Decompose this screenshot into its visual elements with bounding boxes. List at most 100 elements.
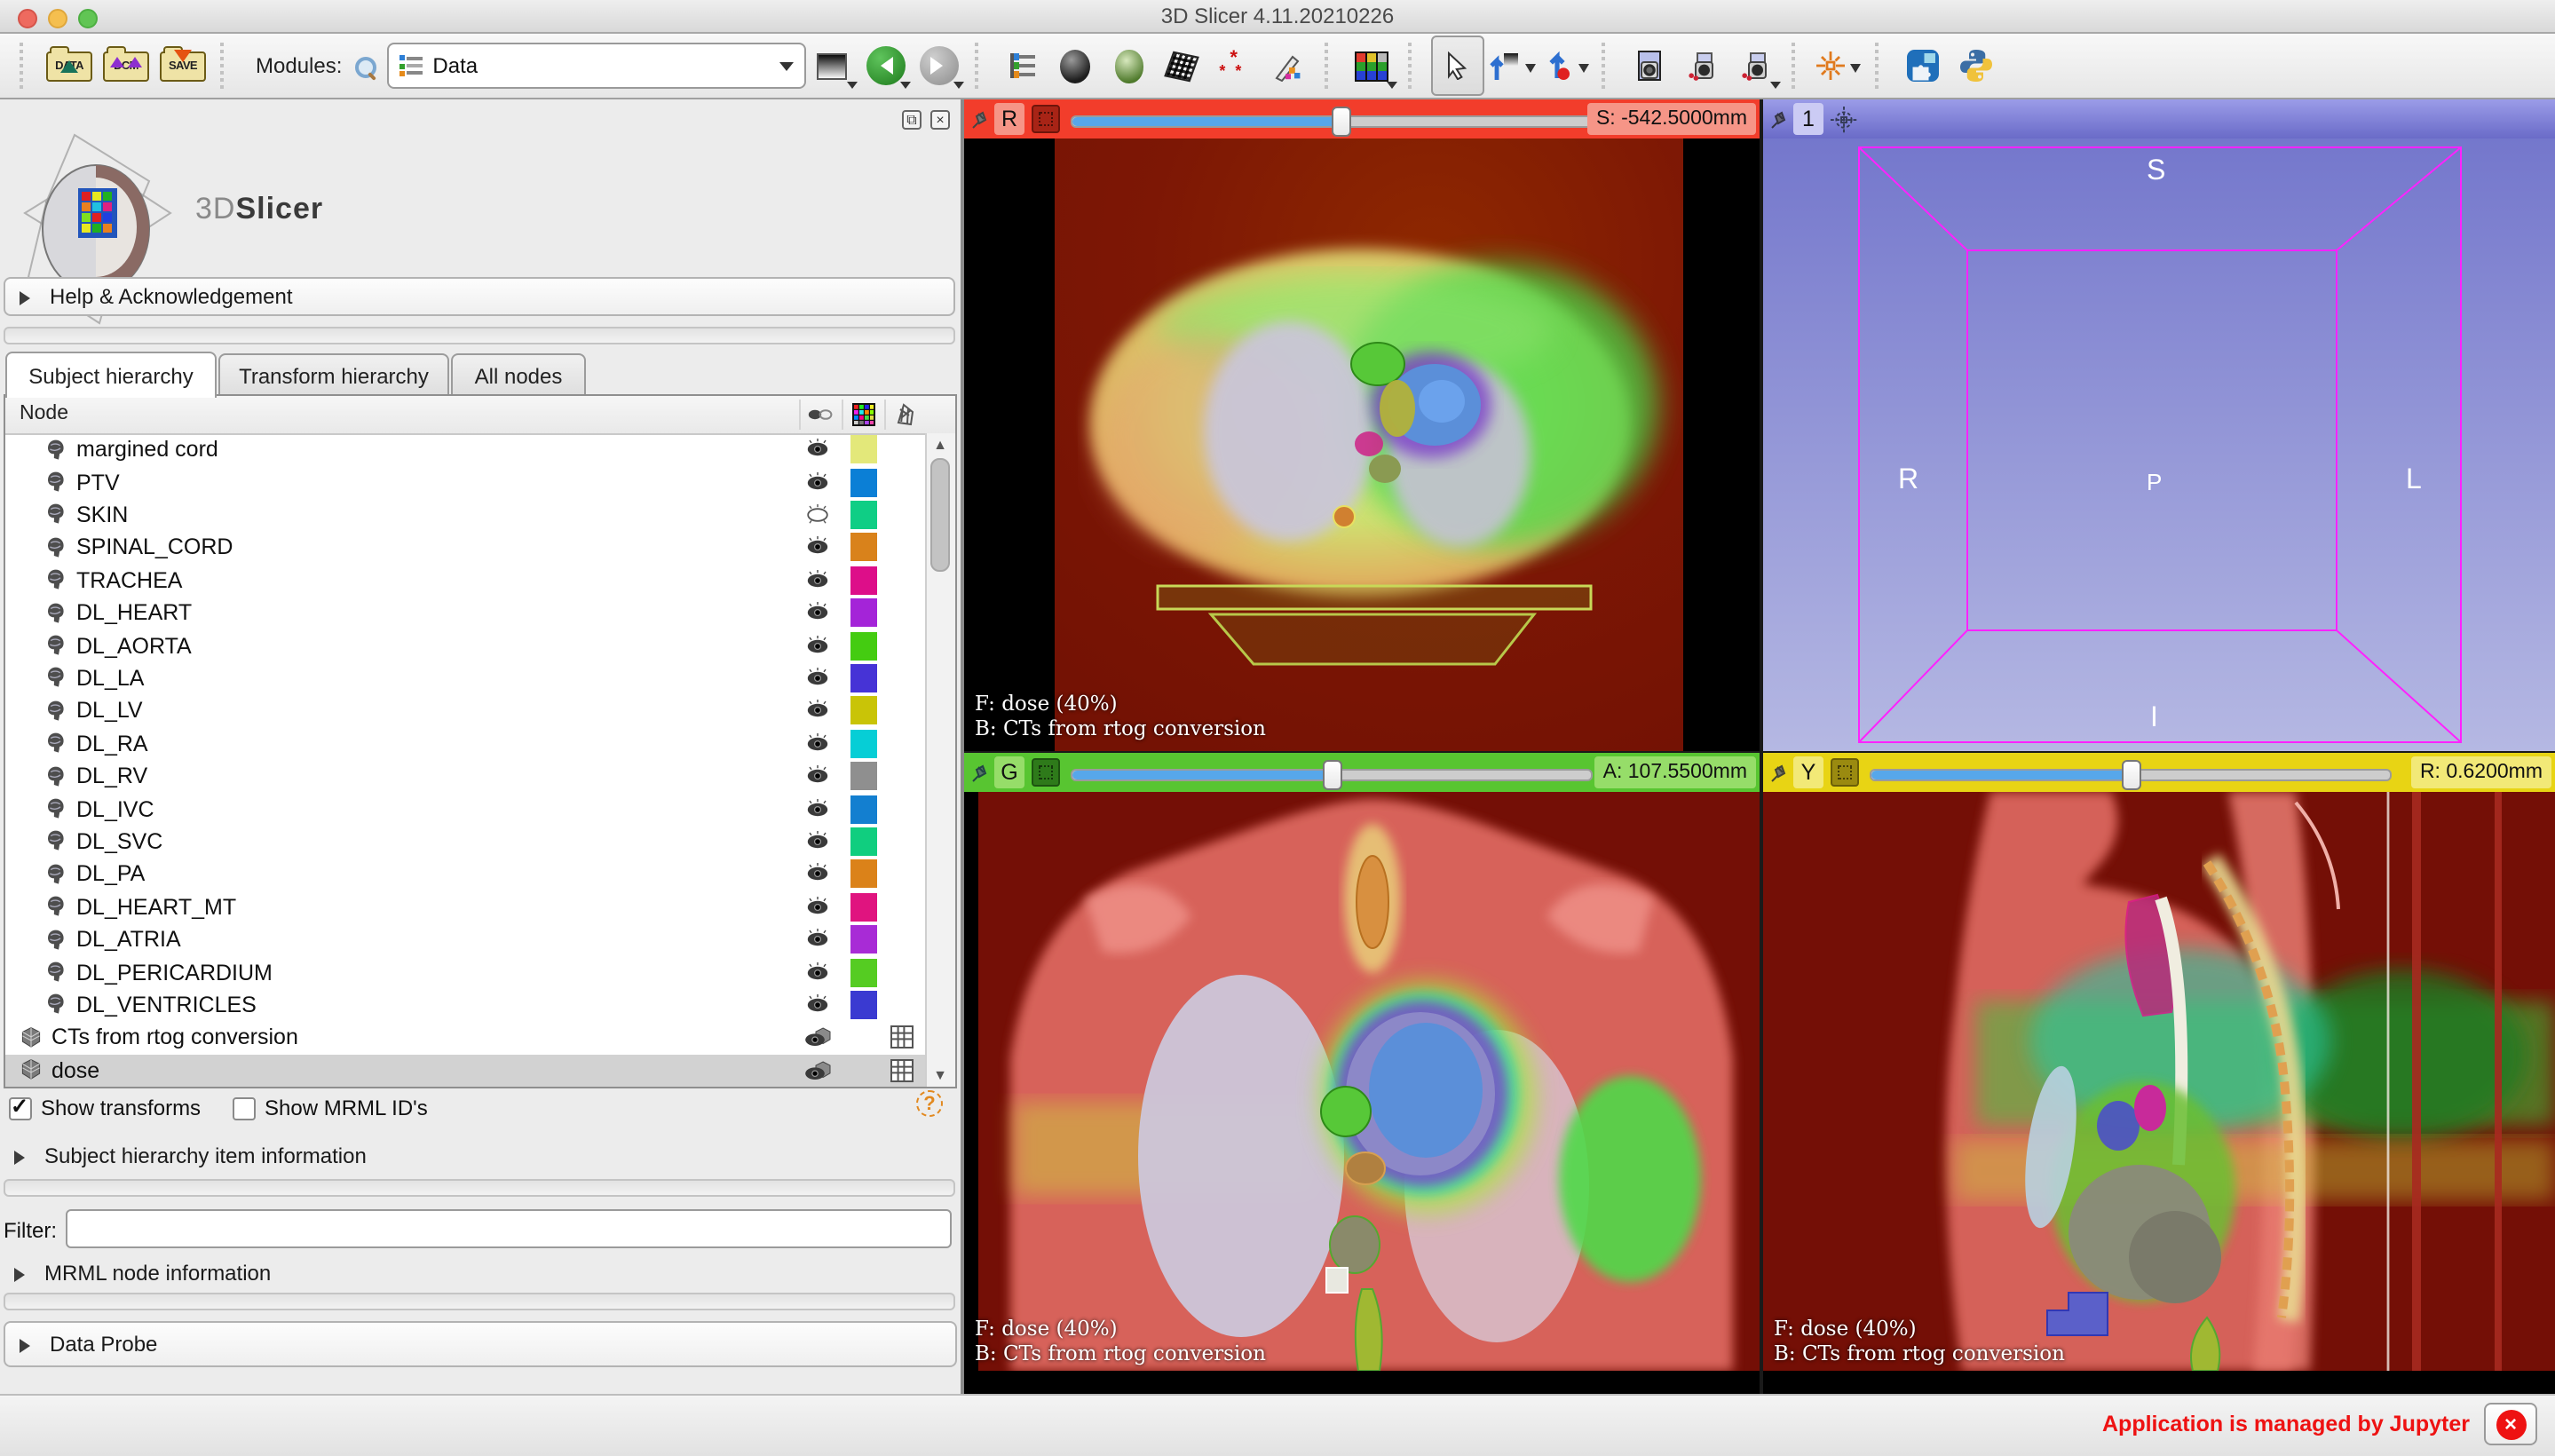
toolbar-grip[interactable] (1407, 43, 1420, 89)
toolbar-grip[interactable] (1601, 43, 1613, 89)
color-swatch[interactable] (850, 533, 877, 562)
color-swatch[interactable] (850, 795, 877, 824)
mouse-interaction-mode-button[interactable] (1430, 36, 1484, 96)
color-swatch[interactable] (850, 958, 877, 987)
scroll-down-icon[interactable]: ▼ (930, 1067, 950, 1083)
toolbar-grip[interactable] (1324, 43, 1336, 89)
red-slice-slider[interactable] (1071, 107, 1593, 137)
toolbar-grip[interactable] (1791, 43, 1803, 89)
scroll-up-icon[interactable]: ▲ (930, 437, 950, 453)
scrollbar-thumb[interactable] (930, 458, 950, 572)
visibility-eye-icon[interactable] (804, 765, 833, 787)
visibility-eye-icon[interactable] (804, 471, 833, 493)
visibility-column-icon[interactable] (799, 400, 840, 430)
segment-editor-module-button[interactable] (1263, 37, 1313, 94)
window-level-mode-button[interactable] (1487, 37, 1537, 94)
visibility-eye-icon[interactable] (804, 863, 833, 885)
mrml-node-info-section[interactable]: MRML node information (14, 1261, 271, 1286)
color-swatch[interactable] (850, 631, 877, 661)
tree-item[interactable]: DL_PERICARDIUM (5, 956, 927, 989)
python-console-button[interactable] (1950, 37, 2000, 94)
green-slice-slider-handle[interactable] (1322, 760, 1341, 790)
yellow-slice-menu-icon[interactable] (1831, 758, 1859, 787)
visibility-eye-icon[interactable] (804, 993, 833, 1016)
toolbar-grip[interactable] (1874, 43, 1887, 89)
visibility-eye-icon[interactable] (804, 1027, 833, 1048)
help-question-icon[interactable]: ? (916, 1090, 943, 1117)
red-slice-view[interactable]: F: dose (40%) B: CTs from rtog conversion (964, 138, 1760, 751)
view-splitter[interactable] (964, 751, 2555, 753)
visibility-eye-icon[interactable] (804, 732, 833, 755)
toolbar-grip[interactable] (20, 43, 32, 89)
filter-input[interactable] (66, 1209, 952, 1248)
color-column-icon[interactable] (842, 400, 882, 430)
visibility-eye-icon[interactable] (804, 700, 833, 722)
color-swatch[interactable] (850, 729, 877, 758)
load-data-button[interactable]: DATA (43, 37, 96, 94)
tree-item[interactable]: DL_ATRIA (5, 923, 927, 956)
subject-hierarchy-item-info-section[interactable]: Subject hierarchy item information (14, 1143, 367, 1168)
save-button[interactable]: SAVE (156, 37, 210, 94)
visibility-eye-icon[interactable] (804, 635, 833, 656)
color-swatch[interactable] (850, 925, 877, 954)
tree-item[interactable]: DL_RV (5, 760, 927, 793)
view-splitter[interactable] (1760, 99, 1763, 1394)
visibility-eye-icon[interactable] (804, 798, 833, 819)
color-swatch[interactable] (850, 663, 877, 692)
module-selector-combobox[interactable]: Data (386, 43, 806, 89)
tree-item[interactable]: DL_SVC (5, 826, 927, 859)
pin-icon[interactable] (1770, 762, 1788, 783)
tree-item[interactable]: dose (5, 1054, 927, 1087)
visibility-eye-icon[interactable] (804, 667, 833, 689)
visibility-eye-icon[interactable] (804, 503, 833, 526)
module-back-button[interactable] (860, 37, 911, 94)
green-slice-view[interactable]: F: dose (40%) B: CTs from rtog conversion (964, 792, 1760, 1394)
checkbox-icon[interactable] (233, 1096, 256, 1120)
data-probe-section[interactable]: Data Probe (4, 1321, 957, 1367)
screenshot-button[interactable] (1624, 37, 1673, 94)
tree-item[interactable]: DL_RA (5, 727, 927, 760)
tree-item[interactable]: margined cord (5, 433, 927, 466)
visibility-eye-icon[interactable] (804, 1060, 833, 1081)
module-search-icon[interactable] (352, 54, 376, 77)
panel-splitter[interactable] (961, 99, 964, 1394)
tree-header[interactable]: Node (5, 396, 955, 435)
green-slice-menu-icon[interactable] (1032, 758, 1060, 787)
close-panel-icon[interactable]: × (930, 110, 950, 130)
tab-subject-hierarchy[interactable]: Subject hierarchy (5, 352, 217, 398)
visibility-eye-icon[interactable] (804, 569, 833, 591)
tree-item[interactable]: DL_AORTA (5, 629, 927, 662)
tree-item[interactable]: DL_VENTRICLES (5, 989, 927, 1022)
pin-icon[interactable] (971, 108, 989, 130)
show-transforms-checkbox[interactable]: Show transforms (9, 1093, 201, 1120)
yellow-slice-slider[interactable] (1870, 760, 2392, 790)
place-markup-button[interactable] (1540, 37, 1590, 94)
color-swatch[interactable] (850, 566, 877, 595)
threed-view-menu-icon[interactable] (1831, 106, 1857, 132)
visibility-eye-icon[interactable] (804, 896, 833, 918)
tree-item[interactable]: DL_HEART_MT (5, 890, 927, 923)
tree-item[interactable]: DL_HEART (5, 597, 927, 629)
layout-selector-button[interactable] (1347, 37, 1397, 94)
color-swatch[interactable] (850, 892, 877, 922)
transforms-module-button[interactable] (1157, 37, 1206, 94)
markups-module-button[interactable]: * * * (1210, 37, 1260, 94)
visibility-eye-icon[interactable] (804, 830, 833, 852)
toolbar-grip[interactable] (974, 43, 986, 89)
jupyter-disconnect-button[interactable]: × (2484, 1403, 2537, 1445)
pin-icon[interactable] (971, 762, 989, 783)
scene-view-capture-button[interactable] (1677, 37, 1727, 94)
color-swatch[interactable] (850, 990, 877, 1019)
color-swatch[interactable] (850, 435, 877, 464)
crosshair-button[interactable] (1814, 37, 1863, 94)
color-swatch[interactable] (850, 859, 877, 889)
yellow-slice-slider-handle[interactable] (2121, 760, 2140, 790)
color-swatch[interactable] (850, 500, 877, 529)
models-module-button[interactable] (1103, 37, 1153, 94)
node-column-header[interactable]: Node (20, 403, 68, 424)
color-swatch[interactable] (850, 598, 877, 628)
color-swatch[interactable] (850, 696, 877, 725)
transform-column-icon[interactable] (884, 400, 925, 430)
tree-item[interactable]: DL_LA (5, 662, 927, 695)
show-mrml-ids-checkbox[interactable]: Show MRML ID's (233, 1096, 428, 1120)
